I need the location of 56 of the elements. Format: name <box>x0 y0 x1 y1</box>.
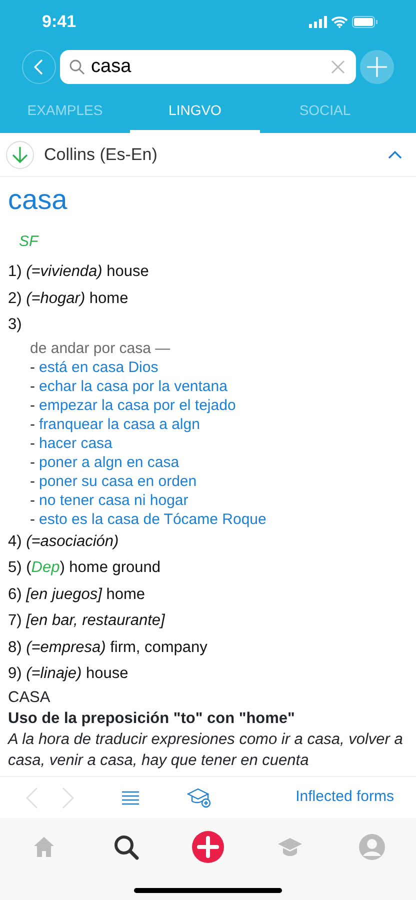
list-icon[interactable] <box>122 790 139 804</box>
home-icon <box>32 835 56 859</box>
idiom-link[interactable]: poner su casa en orden <box>39 472 197 491</box>
idiom-link[interactable]: echar la casa por la ventana <box>39 376 228 396</box>
list-dash: - <box>30 358 35 377</box>
sense-text: 2) (=hogar) home <box>8 288 130 309</box>
sense-text: 4) (=asociación) <box>8 532 120 552</box>
part-of-speech: SF <box>19 232 40 252</box>
list-dash: - <box>30 452 35 472</box>
usage-heading: Uso de la preposición "to" con "home" <box>8 708 296 729</box>
list-dash: - <box>30 434 35 453</box>
search-icon <box>113 834 139 860</box>
sense-text: 3) <box>8 315 23 336</box>
search-field[interactable]: casa <box>60 50 356 84</box>
profile-icon <box>358 833 386 861</box>
dictionary-name: Collins (Es-En) <box>44 144 158 166</box>
list-dash: - <box>30 376 35 396</box>
back-button[interactable] <box>22 50 56 84</box>
status-time: 9:41 <box>42 11 76 34</box>
graduation-cap-icon[interactable] <box>187 788 211 808</box>
battery-icon <box>352 16 378 28</box>
list-dash: - <box>30 396 35 415</box>
inflected-forms-link[interactable]: Inflected forms <box>296 786 394 809</box>
idiom-link[interactable]: está en casa Dios <box>39 358 158 377</box>
idiom-link[interactable]: esto es la casa de Tócame Roque <box>39 510 266 529</box>
list-dash: - <box>30 414 35 434</box>
idiom-link[interactable]: empezar la casa por el tejado <box>39 396 236 415</box>
sense-text: 6) [en juegos] home <box>8 584 146 605</box>
add-icon <box>191 830 225 864</box>
chevron-left-icon <box>34 59 44 75</box>
signal-icon <box>309 16 327 28</box>
idiom-link[interactable]: franquear la casa a algn <box>39 414 200 434</box>
sense-text: 5) (Dep) home ground <box>8 558 162 578</box>
idiom-link[interactable]: hacer casa <box>39 434 112 453</box>
search-icon <box>69 59 85 75</box>
idiom-link[interactable]: no tener casa ni hogar <box>39 490 188 510</box>
download-icon[interactable] <box>6 140 34 168</box>
list-dash: - <box>30 490 35 510</box>
caret-icon[interactable] <box>388 150 402 159</box>
phrase-heading: de andar por casa — <box>30 338 172 358</box>
tab[interactable]: LINGVO <box>130 90 260 133</box>
section-title: CASA <box>8 688 52 708</box>
sense-text: 9) (=linaje) house <box>8 664 130 684</box>
clear-icon[interactable] <box>331 60 345 74</box>
list-dash: - <box>30 510 35 529</box>
graduation-cap-icon <box>277 835 303 859</box>
headword: casa <box>8 183 68 217</box>
idiom-link[interactable]: poner a algn en casa <box>39 452 180 472</box>
sense-text: 7) [en bar, restaurante] <box>8 611 166 632</box>
usage-paragraph: A la hora de traducir expresiones como ir a casa, volver a casa, venir a casa, hay que tener en cuenta <box>8 730 404 771</box>
wifi-icon <box>331 16 348 28</box>
add-button[interactable] <box>360 50 394 84</box>
sense-text: 1) (=vivienda) house <box>8 262 150 282</box>
sense-text: 8) (=empresa) firm, company <box>8 638 208 658</box>
plus-icon <box>366 56 388 78</box>
list-dash: - <box>30 472 35 491</box>
